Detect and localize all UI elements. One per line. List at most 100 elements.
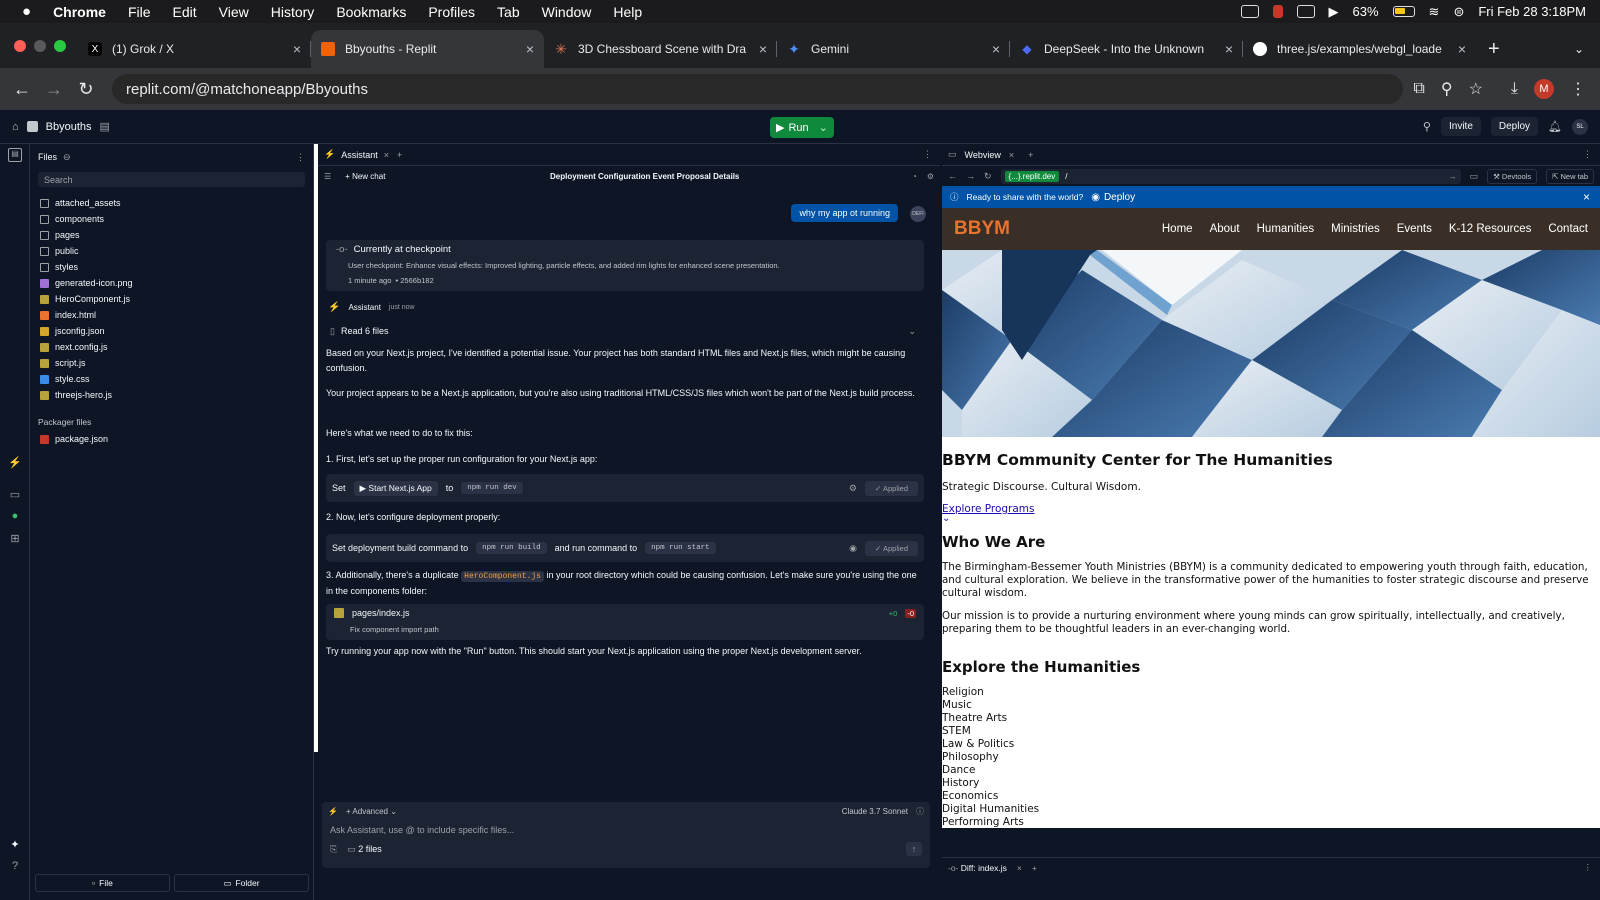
info-icon[interactable]: ⓘ (916, 806, 924, 817)
bookmark-star-icon[interactable]: ☆ (1469, 79, 1483, 99)
close-tab-icon[interactable]: × (1458, 41, 1466, 57)
control-center-icon[interactable]: ⊜ (1453, 4, 1464, 20)
back-icon[interactable]: ← (948, 171, 957, 181)
file-tree-item[interactable]: HeroComponent.js (30, 291, 313, 307)
deploy-button[interactable]: Deploy (1490, 117, 1539, 136)
files-panel-icon[interactable]: ▤ (8, 148, 22, 162)
file-tree-item[interactable]: script.js (30, 355, 313, 371)
webview-panel-icon[interactable]: ▭ (8, 488, 22, 502)
model-label[interactable]: Claude 3.7 Sonnet (842, 807, 908, 816)
zoom-window-button[interactable] (54, 39, 66, 52)
close-icon[interactable]: × (1017, 863, 1022, 873)
go-icon[interactable]: → (1449, 172, 1457, 181)
site-nav-link[interactable]: Home (1162, 223, 1193, 235)
pane-menu-icon[interactable]: ⋮ (923, 149, 932, 160)
file-tree-item[interactable]: generated-icon.png (30, 275, 313, 291)
sparkle-icon[interactable]: ✦ (8, 838, 22, 852)
file-tree-item[interactable]: next.config.js (30, 339, 313, 355)
chevron-down-icon[interactable]: ⌄ (942, 514, 1600, 524)
file-tree-item[interactable]: attached_assets (30, 195, 313, 211)
file-search-input[interactable]: Search (38, 172, 305, 187)
file-change-card[interactable]: pages/index.js +0 -0 Fix component impor… (326, 604, 924, 640)
assistant-input[interactable]: Ask Assistant, use @ to include specific… (322, 820, 930, 842)
file-menu-icon[interactable]: ⋮ (296, 152, 305, 163)
chevron-down-icon[interactable]: ⌄ (908, 326, 916, 337)
reload-icon[interactable]: ↻ (70, 79, 102, 100)
close-window-button[interactable] (14, 39, 26, 52)
site-nav-link[interactable]: Ministries (1331, 223, 1380, 235)
new-file-button[interactable]: ▫ File (35, 874, 170, 892)
clock[interactable]: Fri Feb 28 3:18PM (1478, 4, 1586, 19)
new-tab-button[interactable]: ⇱ New tab (1546, 168, 1594, 184)
tab-assistant[interactable]: ⚡ Assistant × (324, 149, 389, 160)
add-tab-icon[interactable]: + (1028, 150, 1033, 160)
new-folder-button[interactable]: ▭ Folder (174, 874, 309, 892)
invite-button[interactable]: Invite (1440, 117, 1481, 136)
browser-tab-active[interactable]: Bbyouths - Replit × (311, 30, 544, 68)
project-info-icon[interactable]: ▤ (100, 120, 110, 133)
devtools-button[interactable]: ⚒ Devtools (1487, 168, 1538, 184)
tab-diff[interactable]: -o- Diff: index.js (948, 863, 1007, 873)
file-tree-item[interactable]: pages (30, 227, 313, 243)
install-app-icon[interactable]: ⧉ (1413, 80, 1424, 98)
read-files-toggle[interactable]: ▯ Read 6 files ⌄ (326, 321, 924, 341)
close-tab-icon[interactable]: × (293, 41, 301, 57)
tab-search-icon[interactable]: ⌄ (1558, 30, 1600, 68)
explore-programs-link[interactable]: Explore Programs (942, 503, 1600, 515)
site-nav-link[interactable]: Events (1397, 223, 1432, 235)
download-icon[interactable]: ⤓ (1511, 80, 1518, 98)
play-icon[interactable]: ▶ (1329, 4, 1339, 20)
new-tab-button[interactable]: + (1476, 30, 1512, 68)
close-icon[interactable]: × (1583, 190, 1600, 204)
all-tools-icon[interactable]: ⊞ (8, 532, 22, 546)
send-button[interactable]: ↑ (906, 842, 922, 856)
advanced-toggle[interactable]: + Advanced ⌄ (346, 807, 397, 816)
files-chip[interactable]: ▭ 2 files (347, 844, 382, 855)
bell-icon[interactable]: 🔔︎ (1548, 120, 1562, 133)
reload-icon[interactable]: ↻ (984, 171, 992, 182)
file-tree-item[interactable]: index.html (30, 307, 313, 323)
minimize-window-button[interactable] (34, 39, 46, 52)
browser-tab[interactable]: ✦ Gemini × (777, 30, 1010, 68)
checkpoint-hash[interactable]: 2566b182 (400, 276, 433, 285)
project-name[interactable]: Bbyouths (46, 121, 92, 133)
close-icon[interactable]: × (1009, 150, 1014, 160)
file-tree-item[interactable]: package.json (30, 431, 313, 447)
webview-url-input[interactable]: {...}.replit.dev / → (1000, 168, 1461, 184)
user-avatar[interactable]: SL (1572, 118, 1588, 135)
browser-tab[interactable]: three.js/examples/webgl_loade × (1243, 30, 1476, 68)
pane-menu-icon[interactable]: ⋮ (1583, 149, 1592, 160)
file-tree-item[interactable]: public (30, 243, 313, 259)
apple-menu-icon[interactable]: ● (22, 3, 31, 20)
site-nav-link[interactable]: About (1210, 223, 1240, 235)
chrome-menu-icon[interactable]: ⋮ (1570, 79, 1586, 99)
zoom-icon[interactable]: ⚲ (1441, 79, 1453, 99)
forward-icon[interactable]: → (966, 171, 975, 181)
site-logo[interactable]: BBYM (954, 218, 1010, 240)
checkpoint-icon[interactable]: ◔ (912, 172, 917, 181)
pane-menu-icon[interactable]: ⋮ (1584, 862, 1593, 873)
settings-gear-icon[interactable]: ⚙ (927, 172, 934, 181)
file-tree-item[interactable]: threejs-hero.js (30, 387, 313, 403)
add-tab-icon[interactable]: + (397, 150, 402, 160)
chat-history-icon[interactable]: ☰ (324, 172, 331, 181)
close-tab-icon[interactable]: × (759, 41, 767, 57)
search-icon[interactable]: ⚲ (1423, 120, 1431, 133)
attach-icon[interactable]: ⎘ (330, 844, 337, 855)
run-workflow-chip[interactable]: ▶ Start Next.js App (353, 480, 438, 496)
menu-help[interactable]: Help (613, 4, 642, 20)
checkpoint-card[interactable]: -o- Currently at checkpoint User checkpoi… (326, 240, 924, 291)
keyboard-icon[interactable] (1296, 5, 1315, 18)
add-tab-icon[interactable]: + (1032, 863, 1037, 873)
site-nav-link[interactable]: K-12 Resources (1449, 223, 1531, 235)
chevron-down-icon[interactable]: ⌄ (819, 121, 828, 134)
browser-tab[interactable]: ✳ 3D Chessboard Scene with Dra × (544, 30, 777, 68)
browser-tab[interactable]: X (1) Grok / X × (78, 30, 311, 68)
device-icon[interactable]: ▭ (1470, 171, 1479, 182)
home-icon[interactable]: ⌂ (12, 121, 19, 133)
app-menu[interactable]: Chrome (53, 4, 106, 20)
wifi-icon[interactable]: ≋ (1429, 4, 1440, 20)
address-bar[interactable]: ⚙ replit.com/@matchoneapp/Bbyouths (0, 74, 1404, 752)
menu-tab[interactable]: Tab (497, 4, 520, 20)
back-icon[interactable]: ← (6, 79, 38, 100)
